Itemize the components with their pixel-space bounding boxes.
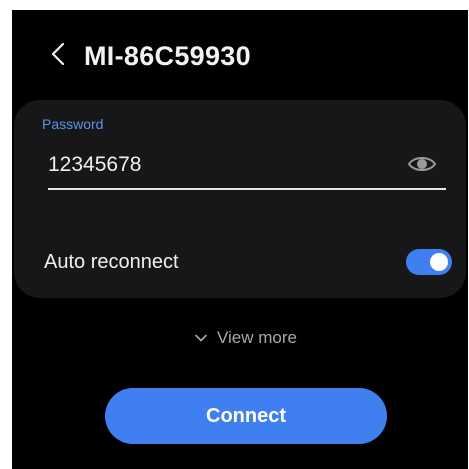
- view-more-button[interactable]: View more: [12, 328, 468, 348]
- auto-reconnect-toggle[interactable]: [406, 249, 452, 275]
- chevron-down-icon: [195, 334, 207, 342]
- settings-card: Password Auto reconnect: [14, 100, 466, 298]
- page-title: MI-86C59930: [84, 40, 251, 71]
- wifi-connect-screen: MI-86C59930 Password Auto reconnect: [12, 10, 468, 469]
- eye-icon: [407, 153, 437, 180]
- view-more-label: View more: [217, 328, 297, 347]
- connect-button[interactable]: Connect: [105, 388, 387, 444]
- password-input[interactable]: [48, 150, 388, 180]
- toggle-knob: [430, 253, 448, 271]
- password-field: [48, 144, 446, 190]
- password-label: Password: [42, 116, 104, 132]
- header: MI-86C59930: [12, 36, 251, 76]
- auto-reconnect-label: Auto reconnect: [44, 250, 179, 273]
- auto-reconnect-row: Auto reconnect: [44, 246, 452, 278]
- chevron-left-icon: [51, 42, 65, 71]
- back-button[interactable]: [38, 36, 78, 76]
- show-password-button[interactable]: [406, 152, 438, 180]
